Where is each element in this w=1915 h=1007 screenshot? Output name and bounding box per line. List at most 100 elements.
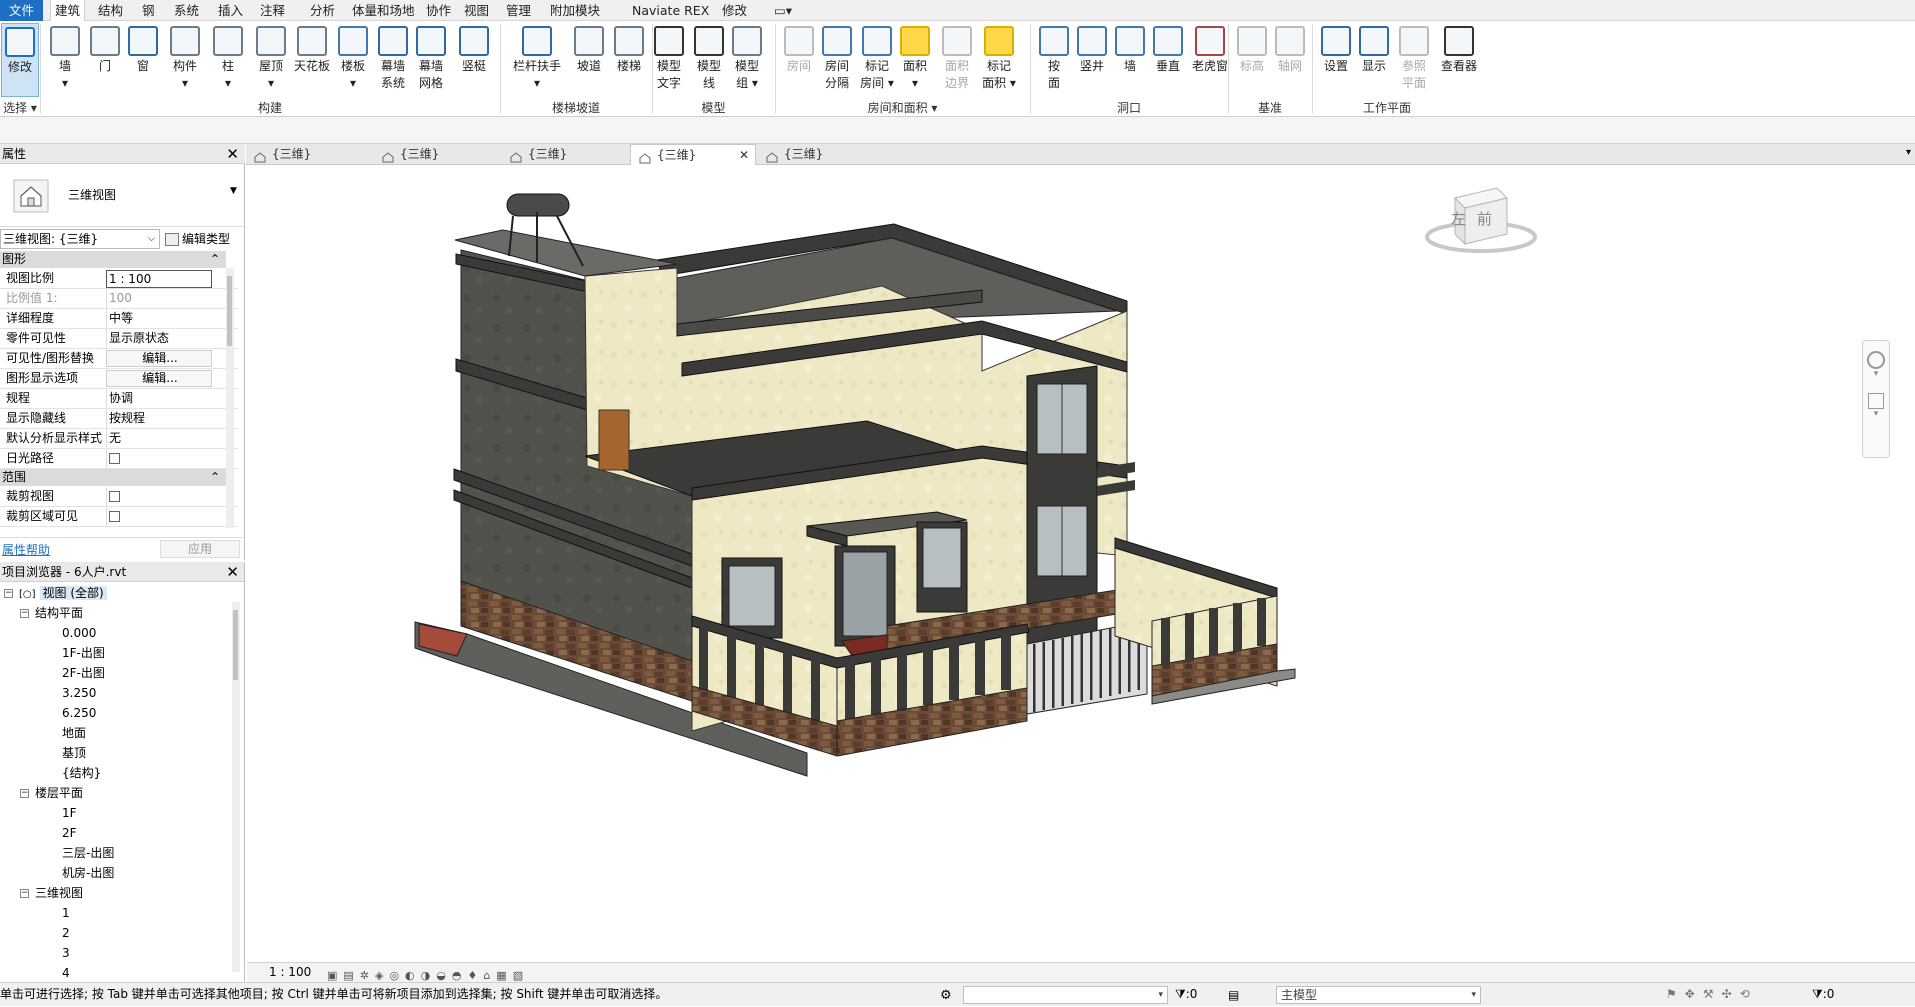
menu-item[interactable]: Naviate REX (628, 0, 713, 21)
collapse-icon[interactable]: ⌃ (210, 251, 220, 268)
ribbon-tool[interactable]: 垂直 (1150, 23, 1186, 97)
browser-item[interactable]: 3.250 (40, 683, 96, 703)
ribbon-tool[interactable]: 墙 ▾ (46, 23, 84, 97)
browser-item[interactable]: 基顶 (40, 743, 86, 763)
type-selector[interactable]: 三维视图 ▼ (0, 165, 244, 227)
ribbon-tool[interactable]: 墙 (1112, 23, 1148, 97)
menu-item[interactable]: 体量和场地 (348, 0, 419, 21)
property-value[interactable]: 编辑... (106, 350, 212, 367)
browser-item[interactable]: 6.250 (40, 703, 96, 723)
ribbon-tool[interactable]: 模型线 (690, 23, 728, 97)
view-cube[interactable]: 左 前 (1425, 187, 1537, 253)
menu-item[interactable]: 协作 (422, 0, 455, 21)
ribbon-tool[interactable]: 模型组 ▾ (728, 23, 766, 97)
tab-3d-view[interactable]: {三维} (374, 144, 500, 165)
menu-item[interactable]: 结构 (94, 0, 127, 21)
scrollbar[interactable] (226, 268, 234, 528)
browser-item[interactable]: 3 (40, 943, 70, 963)
collapse-icon[interactable]: ⌃ (210, 469, 220, 486)
ribbon-tool[interactable]: 老虎窗 (1188, 23, 1232, 97)
browser-item[interactable]: 2F (40, 823, 77, 843)
property-value[interactable]: 中等 (106, 309, 212, 328)
ribbon-tool[interactable]: 坡道 (570, 23, 608, 97)
tab-3d-view[interactable]: {三维} (758, 144, 884, 165)
ribbon-tool[interactable]: 房间 分隔 (818, 23, 856, 97)
view-instance-selector[interactable]: 三维视图: {三维} ⌵ (0, 229, 160, 249)
filter-count[interactable]: ⧩:0 (1812, 983, 1834, 1005)
close-icon[interactable]: ✕ (739, 145, 749, 166)
chevron-down-icon[interactable]: ▼ (230, 186, 237, 196)
ribbon-tool[interactable]: 门 (86, 23, 124, 97)
ribbon-tool[interactable]: 显示 (1356, 23, 1392, 97)
checkbox[interactable] (109, 491, 120, 502)
scrollbar[interactable] (232, 602, 240, 972)
checkbox[interactable] (109, 511, 120, 522)
properties-help-link[interactable]: 属性帮助 (2, 541, 50, 558)
ribbon-tool[interactable]: 标记 面积 ▾ (980, 23, 1018, 97)
menu-item[interactable]: 钢 (138, 0, 159, 21)
ribbon-tool[interactable]: 面积 边界 (938, 23, 976, 97)
browser-item[interactable]: 1 (40, 903, 70, 923)
browser-item[interactable]: − [○] 视图 (全部) (4, 583, 107, 603)
ribbon-tool[interactable]: 竖井 (1074, 23, 1110, 97)
property-value[interactable]: 1 : 100 (106, 270, 212, 288)
browser-item[interactable]: − 三维视图 (20, 883, 83, 903)
browser-item[interactable]: 0.000 (40, 623, 96, 643)
ribbon-tool[interactable]: 设置 (1318, 23, 1354, 97)
ribbon-tool[interactable]: 修改 (1, 23, 39, 97)
checkbox[interactable] (109, 453, 120, 464)
browser-item[interactable]: 三层-出图 (40, 843, 114, 863)
collapse-toggle-icon[interactable]: − (20, 889, 29, 898)
ribbon-tool[interactable]: 窗 (124, 23, 162, 97)
steering-wheel-icon[interactable] (1867, 351, 1885, 369)
property-section[interactable]: 图形 ⌃ (0, 251, 226, 268)
view-scale[interactable]: 1 : 100 (269, 963, 311, 982)
tab-3d-view[interactable]: {三维} (246, 144, 372, 165)
property-checkbox[interactable] (106, 507, 212, 526)
zoom-icon[interactable] (1868, 393, 1884, 409)
tab-3d-view[interactable]: {三维} ✕ (630, 144, 756, 165)
tab-3d-view[interactable]: {三维} (502, 144, 628, 165)
menu-item[interactable]: 建筑 (50, 0, 86, 22)
property-checkbox[interactable] (106, 449, 212, 468)
menu-item[interactable]: 注释 (256, 0, 289, 21)
ribbon-tool[interactable]: 面积 ▾ (896, 23, 934, 97)
property-value[interactable]: 无 (106, 429, 212, 448)
browser-item[interactable]: 机房-出图 (40, 863, 114, 883)
ribbon-tool[interactable]: 天花板 (290, 23, 334, 97)
ribbon-tool[interactable]: 楼板 ▾ (334, 23, 372, 97)
ribbon-tool[interactable]: 查看器 (1436, 23, 1482, 97)
ribbon-group-label[interactable]: 房间和面积 ▾ (775, 99, 1030, 117)
property-value[interactable]: 协调 (106, 389, 212, 408)
browser-item[interactable]: 1F-出图 (40, 643, 105, 663)
ribbon-tool[interactable]: 构件 ▾ (165, 23, 205, 97)
design-options-icon[interactable]: ▤ (1228, 984, 1239, 1006)
ribbon-tool[interactable]: 模型 文字 (650, 23, 688, 97)
menu-item[interactable]: 附加模块 (546, 0, 604, 21)
browser-item[interactable]: 2 (40, 923, 70, 943)
menu-item[interactable]: 修改 (718, 0, 751, 21)
ribbon-tool[interactable]: 栏杆扶手 ▾ (505, 23, 569, 97)
close-icon[interactable]: ✕ (226, 562, 239, 582)
browser-item[interactable]: − 结构平面 (20, 603, 83, 623)
collapse-toggle-icon[interactable]: − (20, 609, 29, 618)
ribbon-tool[interactable]: 轴网 (1272, 23, 1308, 97)
ribbon-tool[interactable]: 参照 平面 (1396, 23, 1432, 97)
menu-item[interactable]: 系统 (170, 0, 203, 21)
ribbon-tool[interactable]: 幕墙 网格 (412, 23, 450, 97)
browser-item[interactable]: 地面 (40, 723, 86, 743)
chevron-down-icon[interactable]: ▾ (1863, 369, 1889, 379)
ribbon-tool[interactable]: 标记 房间 ▾ (858, 23, 896, 97)
ribbon-tool[interactable]: 屋顶 ▾ (252, 23, 290, 97)
3d-viewport[interactable]: 左 前 (247, 166, 1905, 962)
workset-icon[interactable]: ⚙ (940, 985, 952, 1007)
ribbon-tool[interactable]: 标高 (1234, 23, 1270, 97)
ribbon-tool[interactable]: 按面 (1036, 23, 1072, 97)
collapse-toggle-icon[interactable]: − (4, 589, 13, 598)
property-section[interactable]: 范围 ⌃ (0, 469, 226, 486)
browser-item[interactable]: 1F (40, 803, 77, 823)
building-model[interactable]: 左 前 (247, 166, 1905, 962)
workset-dropdown[interactable]: ▾ (963, 986, 1168, 1004)
menu-item[interactable]: 分析 (306, 0, 339, 21)
selection-toggle-icons[interactable]: ⚑✥⚒✣⟲ (1666, 983, 1758, 1005)
